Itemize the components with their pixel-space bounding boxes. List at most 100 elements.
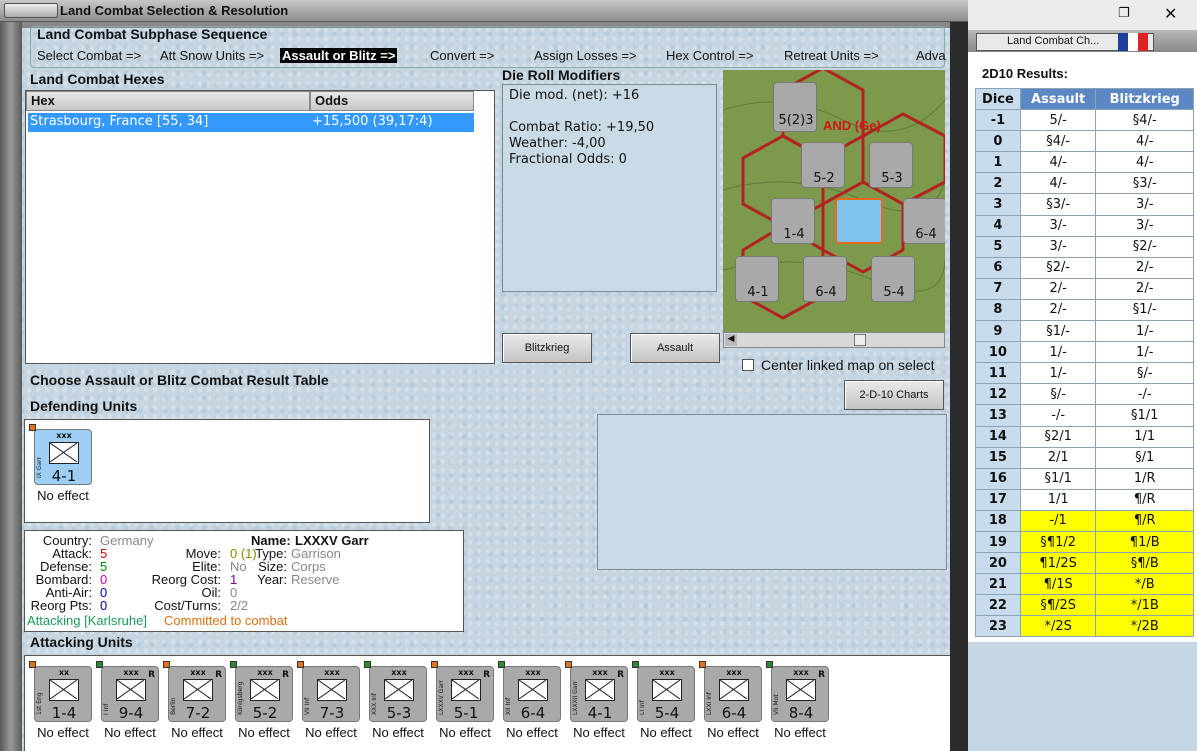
restore-icon[interactable]: ❐ [1118,6,1130,21]
unit-effect: No effect [104,725,156,740]
center-map-label: Center linked map on select [761,357,935,373]
title-bar: Land Combat Selection & Resolution [0,0,1118,22]
assault-cell: -/- [1019,404,1097,427]
nation-flag [498,661,505,668]
map-counter[interactable]: 5(2)3 [773,82,817,132]
blitz-cell: §/1 [1095,446,1194,469]
col-odds[interactable]: Odds [310,91,474,111]
blitz-cell: §¶/B [1095,552,1194,575]
table-row: 21 ¶/1S */B [975,573,1194,596]
step-convert[interactable]: Convert => [430,48,494,63]
step-att-snow[interactable]: Att Snow Units => [160,48,264,63]
mod-fractional: Fractional Odds: 0 [509,152,627,167]
year-value: Reserve [291,572,340,587]
dice-cell: 18 [975,509,1021,532]
sequence-title: Land Combat Subphase Sequence [37,26,268,42]
map-scrollbar[interactable]: ◀ [723,332,945,348]
step-retreat[interactable]: Retreat Units => [784,48,879,63]
table-row: 1 4/- 4/- [975,151,1194,174]
unit-counter[interactable]: I Inf xxx R 9-4 [96,661,159,722]
center-map-checkbox[interactable] [742,359,754,371]
unit-effect: No effect [573,725,625,740]
table-row: 9 §1/- 1/- [975,320,1194,343]
unit-counter[interactable]: VII Inf xxx 7-3 [297,661,360,722]
unit-counter[interactable]: IX Garr xxx 4-1 [29,424,92,485]
dice-cell: 15 [975,446,1021,469]
system-menu-button[interactable] [4,3,58,18]
map-counter[interactable]: 4-1 [735,256,779,302]
results-title: 2D10 Results: [982,66,1068,81]
unit-counter[interactable]: Berlin xxx R 7-2 [163,661,226,722]
unit-type-icon [786,679,816,701]
blitzkrieg-button[interactable]: Blitzkrieg [502,333,592,363]
scroll-left-icon[interactable]: ◀ [725,334,737,346]
map-counter[interactable]: 5-3 [869,142,913,188]
attacking-title: Attacking Units [30,634,133,650]
unit-effect: No effect [372,725,424,740]
unit-counter[interactable]: LXXI Inf xxx 6-4 [699,661,762,722]
unit-counter[interactable]: LI Inf xxx 5-4 [632,661,695,722]
table-row[interactable]: Strasbourg, France [55, 34] +15,500 (39,… [28,113,474,132]
unit-strength: 1-4 [51,704,77,722]
unit-counter[interactable]: 1st Eng xx 1-4 [29,661,92,722]
attacking-status: Attacking [Karlsruhe] [27,613,147,628]
assault-cell: §1/- [1019,320,1097,343]
unit-size: xxx [525,668,541,677]
dice-cell: 7 [975,277,1021,300]
col-hex[interactable]: Hex [26,91,310,111]
step-hex-control[interactable]: Hex Control => [666,48,753,63]
unit-effect: No effect [774,725,826,740]
unit-counter[interactable]: VII Mot xxx R 8-4 [766,661,829,722]
attacking-panel: 1st Eng xx 1-4 No effect I Inf xxx R 9-4 No effe… [24,655,950,751]
charts-titlebar: ❐ ✕ [968,0,1197,30]
blitz-cell: §3/- [1095,172,1194,195]
unit-counter[interactable]: XXX Inf xxx 5-3 [364,661,427,722]
unit-strength: 6-4 [520,704,546,722]
step-assign-losses[interactable]: Assign Losses => [534,48,637,63]
nation-flag [163,661,170,668]
unit-effect: No effect [506,725,558,740]
unit-counter[interactable]: XII Inf xxx 6-4 [498,661,561,722]
mini-map[interactable]: AND (Ge) 5(2)3 5-2 5-3 1-4 6-4 4-1 6-4 5… [723,70,945,332]
costturns-value: 2/2 [230,598,249,613]
map-counter[interactable]: 5-4 [871,256,915,302]
assault-button[interactable]: Assault [630,333,720,363]
unit-size: xxx [391,668,407,677]
map-counter[interactable]: 5-2 [801,142,845,188]
unit-counter[interactable]: LXXXII Garr xxx R 4-1 [565,661,628,722]
mod-net: Die mod. (net): +16 [509,88,640,103]
unit-strength: 8-4 [788,704,814,722]
map-counter[interactable]: 6-4 [903,198,945,244]
step-assault-blitz[interactable]: Assault or Blitz => [280,48,398,63]
table-row: -1 5/- §4/- [975,109,1194,132]
dice-cell: 14 [975,425,1021,448]
unit-counter[interactable]: Königsberg xxx R 5-2 [230,661,293,722]
blitz-cell: ¶/R [1095,509,1194,532]
table-row: 0 §4/- 4/- [975,130,1194,153]
close-icon[interactable]: ✕ [1164,4,1177,23]
hexes-table[interactable]: Hex Odds Strasbourg, France [55, 34] +15… [25,90,495,364]
scroll-thumb[interactable] [854,334,866,346]
map-counter[interactable]: 6-4 [803,256,847,302]
map-counter[interactable]: 1-4 [771,198,815,244]
selected-counter[interactable] [835,198,883,244]
blitz-cell: §1/- [1095,298,1194,322]
assault-cell: §3/- [1019,193,1097,216]
unit-effect: No effect [171,725,223,740]
unit-strength: 5-2 [252,704,278,722]
flag-icon [1138,33,1148,51]
dice-cell: 5 [975,235,1021,258]
unit-effect: No effect [707,725,759,740]
step-advance[interactable]: Adva [916,48,946,63]
assault-cell: 4/- [1019,151,1097,174]
step-select-combat[interactable]: Select Combat => [37,48,141,63]
infantry-icon [49,442,79,464]
dice-cell: 17 [975,488,1021,511]
nation-flag [29,424,36,431]
charts-button[interactable]: 2-D-10 Charts [844,380,944,410]
dice-cell: 1 [975,151,1021,174]
unit-counter[interactable]: LXXXV Garr xxx R 5-1 [431,661,494,722]
combat-window: Land Combat Subphase Sequence Select Com… [0,0,950,751]
blitz-cell: */2B [1095,615,1194,638]
nation-flag [29,661,36,668]
